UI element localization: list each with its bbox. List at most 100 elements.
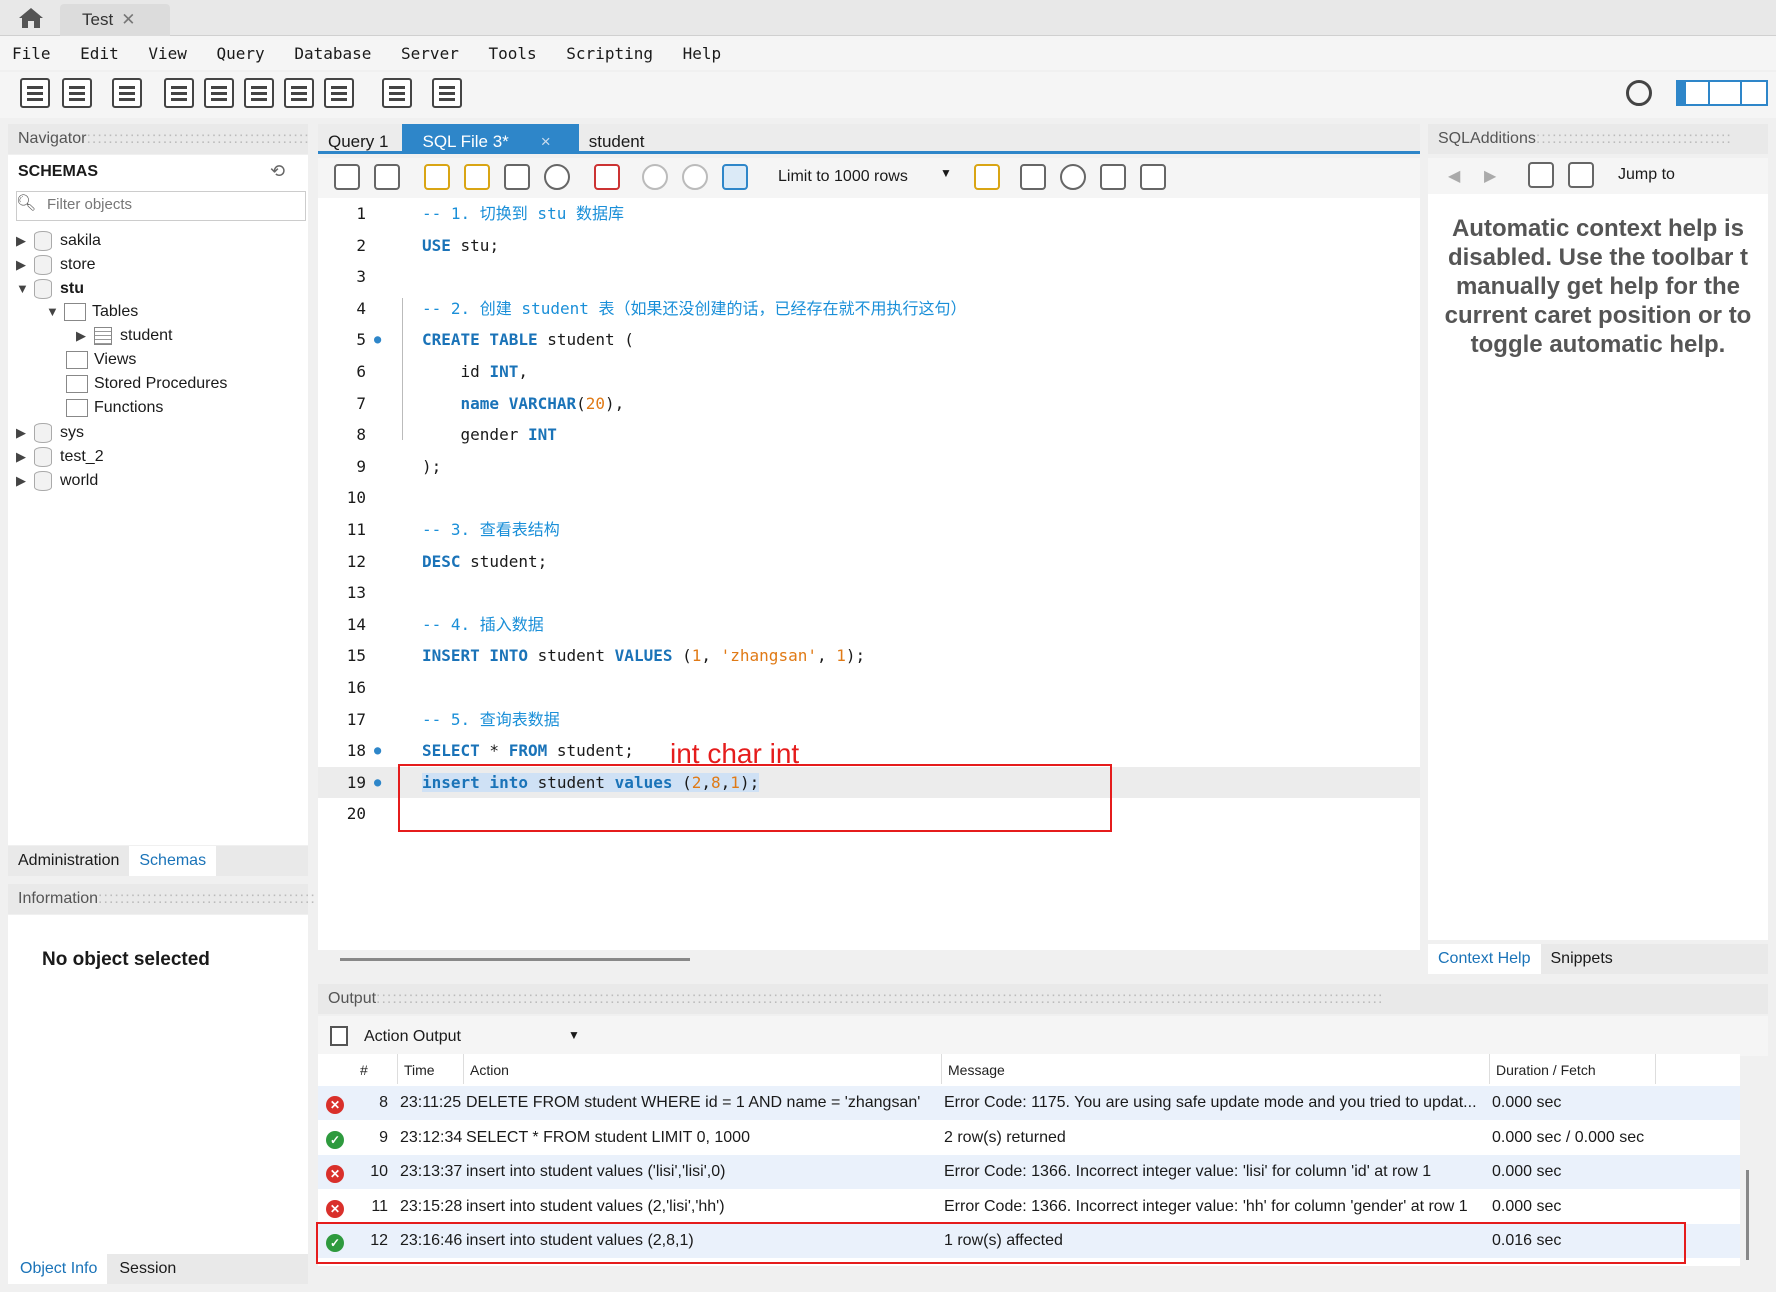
- home-icon[interactable]: [16, 6, 46, 30]
- find-icon[interactable]: [1060, 164, 1086, 190]
- invisible-chars-icon[interactable]: [1100, 164, 1126, 190]
- code-line[interactable]: 6 id INT,: [318, 356, 1420, 387]
- create-view-icon[interactable]: [244, 78, 274, 108]
- tree-item-views[interactable]: Views: [66, 351, 136, 375]
- tree-item-store[interactable]: ▶ store: [16, 255, 96, 279]
- explain-icon[interactable]: [504, 164, 530, 190]
- tab-student[interactable]: student: [579, 128, 659, 156]
- code-line[interactable]: 18 ● SELECT * FROM student;: [318, 735, 1420, 766]
- tab-sql-file-3[interactable]: SQL File 3* ×: [402, 124, 579, 152]
- code-line[interactable]: 1 -- 1. 切换到 stu 数据库: [318, 198, 1420, 229]
- new-sql-tab-icon[interactable]: [20, 78, 50, 108]
- copy-icon[interactable]: [330, 1026, 348, 1046]
- layout-toggle-icon[interactable]: [1676, 80, 1768, 106]
- code-line[interactable]: 16: [318, 672, 1420, 703]
- beautify-icon[interactable]: [1020, 164, 1046, 190]
- column-header-number[interactable]: #: [354, 1054, 398, 1084]
- expand-arrow-icon[interactable]: ▶: [16, 425, 34, 441]
- save-icon[interactable]: [374, 164, 400, 190]
- expand-arrow-icon[interactable]: ▶: [16, 449, 34, 465]
- tab-session[interactable]: Session: [107, 1254, 186, 1284]
- refresh-icon[interactable]: ⟲: [270, 161, 285, 182]
- collapse-arrow-icon[interactable]: ▼: [16, 281, 34, 296]
- code-line[interactable]: 3: [318, 261, 1420, 292]
- reconnect-icon[interactable]: [432, 78, 462, 108]
- rollback-icon[interactable]: [682, 164, 708, 190]
- code-line[interactable]: 2 USE stu;: [318, 230, 1420, 261]
- menu-help[interactable]: Help: [671, 36, 730, 63]
- create-schema-icon[interactable]: [164, 78, 194, 108]
- forward-icon[interactable]: ▶: [1484, 166, 1496, 186]
- code-line[interactable]: 7 name VARCHAR(20),: [318, 388, 1420, 419]
- column-header-action[interactable]: Action: [464, 1054, 942, 1084]
- code-line[interactable]: 14 -- 4. 插入数据: [318, 609, 1420, 640]
- open-sql-file-icon[interactable]: [62, 78, 92, 108]
- menu-view[interactable]: View: [136, 36, 195, 63]
- close-icon[interactable]: ×: [531, 128, 565, 156]
- output-row[interactable]: ✓ 9 23:12:34 SELECT * FROM student LIMIT 0,…: [318, 1121, 1740, 1155]
- tree-item-stored-procedures[interactable]: Stored Procedures: [66, 375, 227, 399]
- tree-item-functions[interactable]: Functions: [66, 399, 163, 423]
- tree-item-student[interactable]: ▶ student: [76, 327, 172, 351]
- column-header-message[interactable]: Message: [942, 1054, 1490, 1084]
- stop-icon[interactable]: [544, 164, 570, 190]
- code-line[interactable]: 12 DESC student;: [318, 546, 1420, 577]
- code-line[interactable]: 17 -- 5. 查询表数据: [318, 704, 1420, 735]
- open-file-icon[interactable]: [334, 164, 360, 190]
- wrap-icon[interactable]: [1140, 164, 1166, 190]
- tree-item-sakila[interactable]: ▶ sakila: [16, 231, 101, 255]
- output-row[interactable]: ✕ 8 23:11:25 DELETE FROM student WHERE id =…: [318, 1086, 1740, 1120]
- horizontal-scrollbar[interactable]: [340, 958, 690, 961]
- expand-arrow-icon[interactable]: ▶: [16, 233, 34, 249]
- collapse-arrow-icon[interactable]: ▼: [46, 304, 64, 319]
- create-procedure-icon[interactable]: [284, 78, 314, 108]
- close-icon[interactable]: ✕: [121, 10, 135, 29]
- auto-help-icon[interactable]: [1568, 162, 1594, 188]
- tree-item-tables[interactable]: ▼ Tables: [46, 303, 138, 327]
- bookmark-icon[interactable]: [974, 164, 1000, 190]
- tab-snippets[interactable]: Snippets: [1541, 944, 1623, 974]
- tree-item-stu[interactable]: ▼ stu: [16, 279, 84, 303]
- expand-arrow-icon[interactable]: ▶: [76, 328, 94, 344]
- tab-schemas[interactable]: Schemas: [129, 846, 217, 876]
- tab-query-1[interactable]: Query 1: [318, 128, 402, 156]
- back-icon[interactable]: ◀: [1448, 166, 1460, 186]
- code-line[interactable]: 13: [318, 577, 1420, 608]
- create-function-icon[interactable]: [324, 78, 354, 108]
- search-table-data-icon[interactable]: [382, 78, 412, 108]
- menu-file[interactable]: File: [0, 36, 59, 63]
- vertical-scrollbar[interactable]: [1746, 1170, 1749, 1260]
- sql-editor[interactable]: 1 -- 1. 切换到 stu 数据库 2 USE stu; 3 4 -- 2. 创建 st…: [318, 198, 1420, 950]
- code-line[interactable]: 8 gender INT: [318, 419, 1420, 450]
- limit-rows-select[interactable]: Limit to 1000 rows: [770, 164, 956, 192]
- autocommit-icon[interactable]: [722, 164, 748, 190]
- create-table-icon[interactable]: [204, 78, 234, 108]
- code-line[interactable]: 4 -- 2. 创建 student 表（如果还没创建的话，已经存在就不用执行这句…: [318, 293, 1420, 324]
- tab-object-info[interactable]: Object Info: [8, 1254, 108, 1284]
- manual-help-icon[interactable]: [1528, 162, 1554, 188]
- menu-edit[interactable]: Edit: [68, 36, 127, 63]
- execute-icon[interactable]: [424, 164, 450, 190]
- tab-administration[interactable]: Administration: [8, 846, 129, 876]
- column-header-duration[interactable]: Duration / Fetch: [1490, 1054, 1656, 1084]
- output-type-select[interactable]: Action Output: [358, 1026, 584, 1052]
- expand-arrow-icon[interactable]: ▶: [16, 473, 34, 489]
- code-line[interactable]: 11 -- 3. 查看表结构: [318, 514, 1420, 545]
- toggle-error-icon[interactable]: [594, 164, 620, 190]
- code-line[interactable]: 10: [318, 482, 1420, 513]
- output-row[interactable]: ✕ 11 23:15:28 insert into student values (2…: [318, 1190, 1740, 1224]
- menu-database[interactable]: Database: [282, 36, 379, 63]
- tree-item-sys[interactable]: ▶ sys: [16, 423, 84, 447]
- column-header-time[interactable]: Time: [398, 1054, 464, 1084]
- commit-icon[interactable]: [642, 164, 668, 190]
- settings-icon[interactable]: [1626, 80, 1652, 106]
- jump-to-select[interactable]: Jump to: [1618, 166, 1675, 184]
- menu-scripting[interactable]: Scripting: [554, 36, 661, 63]
- inspector-icon[interactable]: [112, 78, 142, 108]
- menu-server[interactable]: Server: [389, 36, 467, 63]
- menu-tools[interactable]: Tools: [476, 36, 544, 63]
- connection-tab[interactable]: Test ✕: [60, 4, 170, 36]
- chevron-down-icon[interactable]: ▼: [568, 1028, 580, 1042]
- execute-current-icon[interactable]: [464, 164, 490, 190]
- code-line[interactable]: 15 INSERT INTO student VALUES (1, 'zhangs…: [318, 640, 1420, 671]
